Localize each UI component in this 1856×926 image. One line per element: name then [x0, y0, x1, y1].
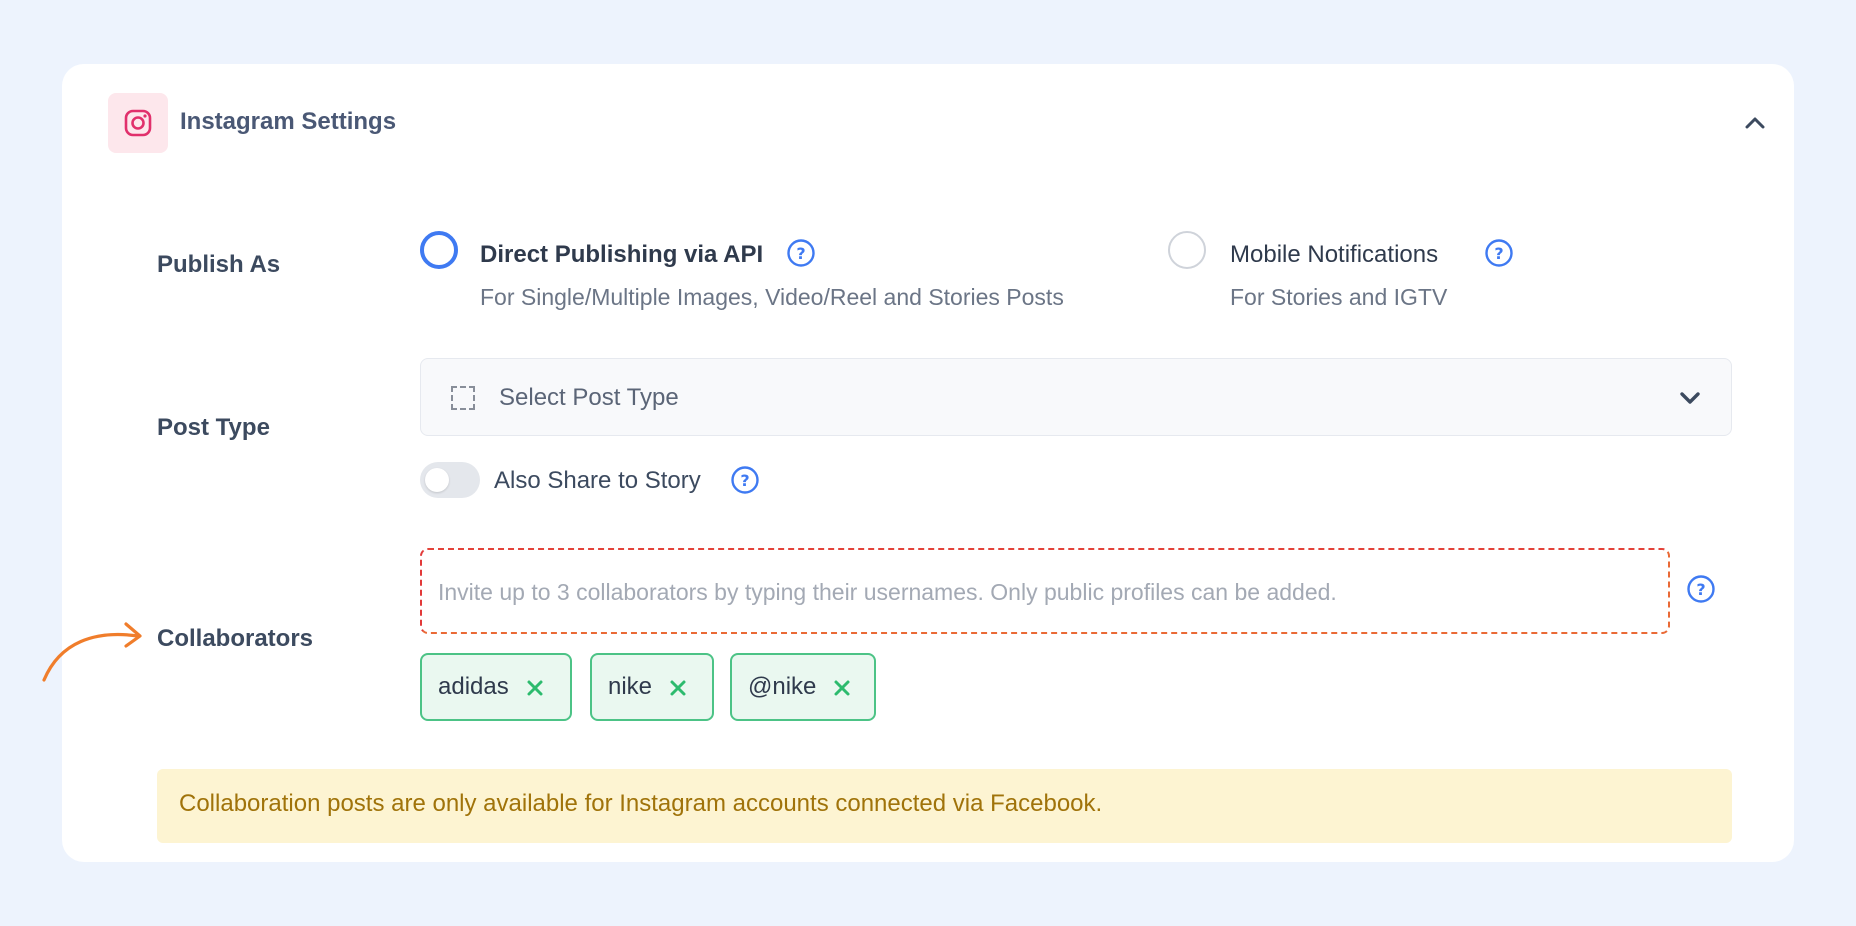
post-type-icon: [451, 386, 475, 410]
radio-mobile-notifications[interactable]: [1168, 231, 1206, 269]
svg-text:?: ?: [740, 471, 749, 490]
collaborator-tag-label: nike: [608, 673, 653, 700]
remove-tag-icon[interactable]: [668, 677, 688, 697]
collaborators-input-box: [420, 548, 1670, 634]
svg-text:?: ?: [1494, 244, 1503, 263]
radio-direct-publishing[interactable]: [420, 231, 458, 269]
post-type-placeholder: Select Post Type: [499, 384, 679, 411]
chevron-down-icon: [1677, 385, 1703, 411]
collaborator-tag: @nike: [730, 653, 876, 721]
collaborator-tag-label: adidas: [438, 673, 509, 700]
remove-tag-icon[interactable]: [525, 677, 545, 697]
toggle-knob: [425, 468, 449, 492]
publish-as-label: Publish As: [157, 251, 281, 278]
collaborators-label: Collaborators: [157, 625, 314, 652]
remove-tag-icon[interactable]: [832, 677, 852, 697]
share-to-story-toggle[interactable]: [420, 462, 480, 498]
post-type-label: Post Type: [157, 414, 270, 441]
instagram-settings-card: Instagram Settings Publish As Direct Pub…: [62, 64, 1794, 862]
section-title: Instagram Settings: [180, 108, 397, 135]
collaborator-tag: nike: [590, 653, 714, 721]
collaborator-tag: adidas: [420, 653, 572, 721]
direct-publishing-title: Direct Publishing via API: [480, 241, 764, 268]
help-icon[interactable]: ?: [786, 238, 816, 268]
share-to-story-label: Also Share to Story: [494, 467, 701, 494]
svg-text:?: ?: [796, 244, 805, 263]
collaborator-tag-label: @nike: [748, 673, 817, 700]
help-icon[interactable]: ?: [730, 465, 760, 495]
help-icon[interactable]: ?: [1484, 238, 1514, 268]
instagram-icon: [108, 93, 168, 153]
svg-text:?: ?: [1696, 580, 1705, 599]
mobile-notifications-description: For Stories and IGTV: [1230, 284, 1448, 310]
post-type-select[interactable]: Select Post Type: [420, 358, 1732, 436]
chevron-up-icon[interactable]: [1742, 110, 1768, 136]
facebook-connection-notice: Collaboration posts are only available f…: [157, 769, 1732, 843]
annotation-arrow-icon: [40, 612, 150, 682]
help-icon[interactable]: ?: [1686, 574, 1716, 604]
collaborators-input[interactable]: [438, 572, 1638, 612]
mobile-notifications-title: Mobile Notifications: [1230, 241, 1439, 268]
direct-publishing-description: For Single/Multiple Images, Video/Reel a…: [480, 284, 1064, 310]
